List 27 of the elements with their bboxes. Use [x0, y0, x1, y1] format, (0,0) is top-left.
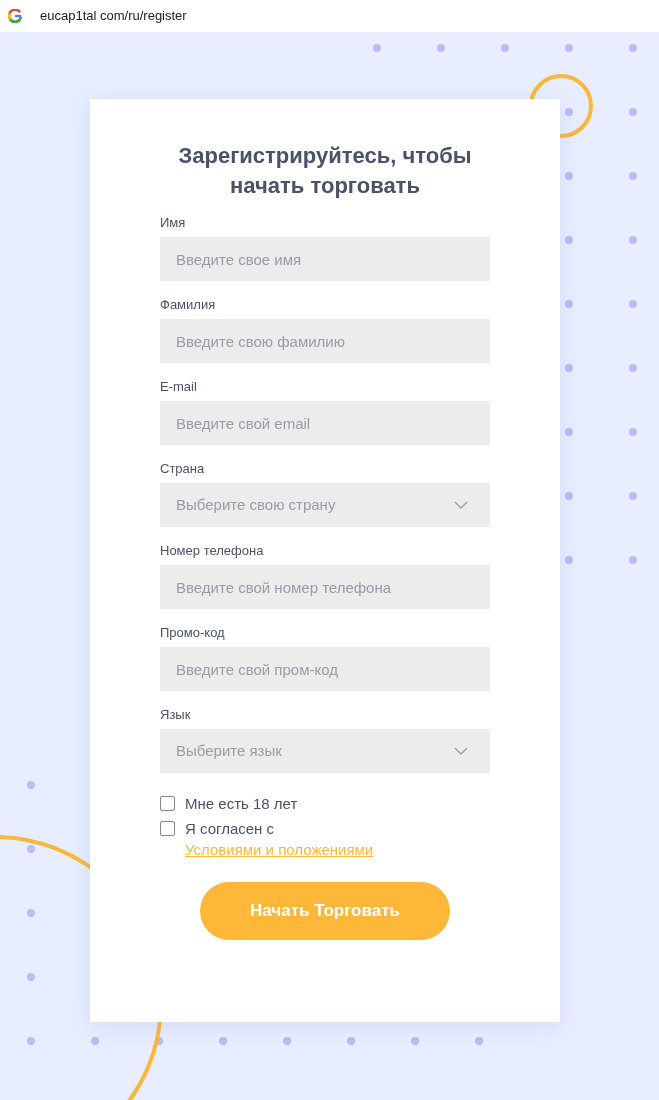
select-field[interactable]: Выберите язык [160, 729, 490, 773]
field-label: Номер телефона [160, 542, 265, 560]
site-icon [8, 9, 22, 23]
field-label: Язык [160, 706, 192, 724]
select-field[interactable]: Выберите свою страну [160, 483, 490, 527]
input-field[interactable]: Введите свой email [160, 401, 490, 445]
input-field[interactable]: Введите свое имя [160, 237, 490, 281]
input-field[interactable]: Введите свой пром-код [160, 647, 490, 691]
input-field[interactable]: Введите свой номер телефона [160, 565, 490, 609]
checkbox[interactable] [160, 821, 175, 836]
field-label: Страна [160, 460, 206, 478]
terms-link[interactable]: Условиями и положениями [185, 839, 374, 860]
form-title: Зарегистрируйтесь, чтобы начать торговать [177, 142, 473, 200]
checkbox-label: Я согласен с [185, 819, 276, 839]
start-trading-button[interactable]: Начать Торговать [200, 882, 450, 940]
select-placeholder: Выберите свою страну [176, 494, 336, 515]
field-label: Имя [160, 214, 187, 232]
chevron-down-icon [454, 501, 468, 509]
checkbox[interactable] [160, 796, 175, 811]
checkbox-label: Мне есть 18 лет [185, 794, 298, 814]
input-field[interactable]: Введите свою фамилию [160, 319, 490, 363]
field-label: Фамилия [160, 296, 217, 314]
select-placeholder: Выберите язык [176, 740, 282, 761]
field-label: Промо-код [160, 624, 226, 642]
url-text: eucap1tal com/ru/register [40, 7, 187, 26]
chevron-down-icon [454, 747, 468, 755]
field-label: E-mail [160, 378, 198, 396]
